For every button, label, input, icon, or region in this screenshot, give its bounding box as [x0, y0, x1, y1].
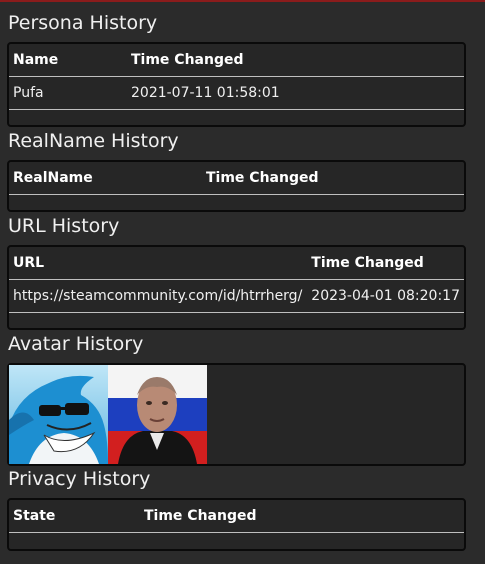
url-history-table: URL Time Changed https://steamcommunity.… — [9, 247, 464, 313]
man-with-russian-flag-icon[interactable] — [108, 365, 207, 464]
persona-history-table: Name Time Changed Pufa 2021-07-11 01:58:… — [9, 44, 464, 110]
avatar-history-panel — [7, 363, 466, 466]
url-history-title: URL History — [8, 215, 120, 237]
privacy-history-panel: State Time Changed — [7, 498, 466, 551]
url-time-cell: 2023-04-01 08:20:17 — [307, 279, 464, 313]
persona-history-panel: Name Time Changed Pufa 2021-07-11 01:58:… — [7, 42, 466, 127]
privacy-history-title: Privacy History — [8, 468, 151, 490]
column-header-name: Name — [9, 44, 127, 77]
realname-history-table: RealName Time Changed — [9, 162, 464, 195]
column-header-time-changed: Time Changed — [307, 247, 464, 280]
column-header-time-changed: Time Changed — [140, 500, 464, 533]
privacy-history-table: State Time Changed — [9, 500, 464, 533]
table-header-row: URL Time Changed — [9, 247, 464, 280]
realname-history-panel: RealName Time Changed — [7, 160, 466, 212]
column-header-time-changed: Time Changed — [127, 44, 464, 77]
persona-name-cell: Pufa — [9, 76, 127, 110]
table-header-row: Name Time Changed — [9, 44, 464, 77]
avatar-history-title: Avatar History — [8, 333, 144, 355]
table-row: Pufa 2021-07-11 01:58:01 — [9, 76, 464, 110]
shark-with-sunglasses-icon[interactable] — [9, 365, 108, 464]
table-header-row: RealName Time Changed — [9, 162, 464, 195]
column-header-url: URL — [9, 247, 308, 280]
table-row: https://steamcommunity.com/id/htrrherg/ … — [9, 279, 464, 313]
column-header-time-changed: Time Changed — [202, 162, 464, 195]
realname-history-title: RealName History — [8, 130, 179, 152]
table-header-row: State Time Changed — [9, 500, 464, 533]
avatar-list — [9, 365, 464, 464]
url-cell[interactable]: https://steamcommunity.com/id/htrrherg/ — [9, 279, 308, 313]
persona-time-cell: 2021-07-11 01:58:01 — [127, 76, 464, 110]
column-header-realname: RealName — [9, 162, 202, 195]
persona-history-title: Persona History — [8, 12, 158, 34]
url-history-panel: URL Time Changed https://steamcommunity.… — [7, 245, 466, 330]
column-header-state: State — [9, 500, 140, 533]
